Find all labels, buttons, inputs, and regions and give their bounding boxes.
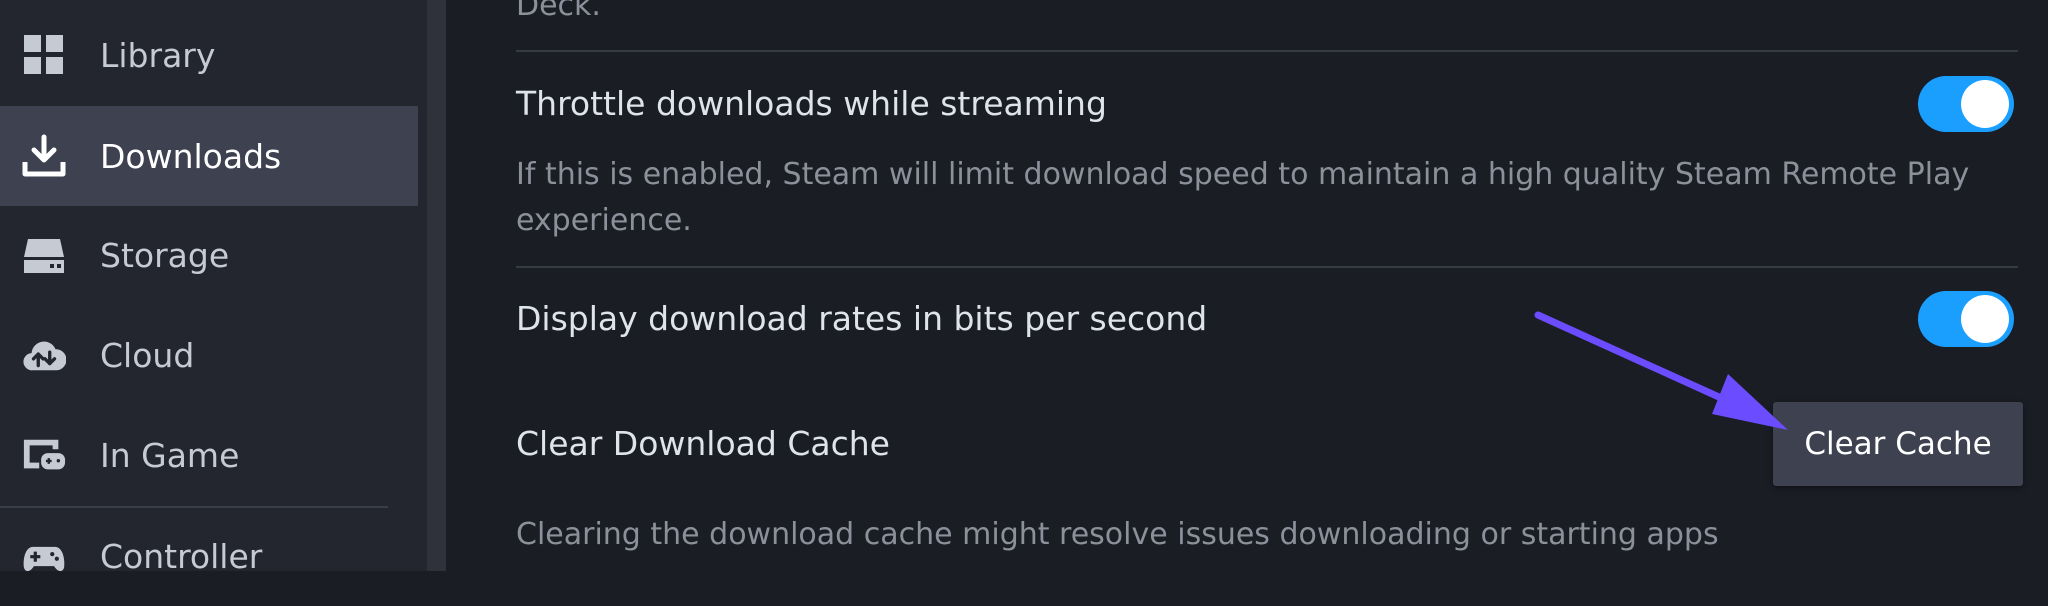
throttle-downloads-description: If this is enabled, Steam will limit dow… xyxy=(516,157,1970,238)
sidebar-item-downloads[interactable]: Downloads xyxy=(0,106,418,206)
bits-per-second-label: Display download rates in bits per secon… xyxy=(516,299,1208,338)
sidebar-item-library[interactable]: Library xyxy=(0,5,418,105)
sidebar-item-label: Cloud xyxy=(100,335,195,375)
download-icon xyxy=(22,134,66,178)
setting-divider xyxy=(516,50,2018,52)
sidebar-item-label: In Game xyxy=(100,435,240,475)
clear-cache-button[interactable]: Clear Cache xyxy=(1773,402,2023,486)
clear-cache-description: Clearing the download cache might resolv… xyxy=(516,517,1719,552)
sidebar-scroll-divider xyxy=(427,0,446,571)
previous-setting-description: Deck. xyxy=(516,0,601,23)
setting-divider xyxy=(516,266,2018,268)
clear-download-cache-label: Clear Download Cache xyxy=(516,424,890,463)
bits-per-second-toggle[interactable] xyxy=(1918,291,2014,347)
downloads-settings-panel: Deck. Throttle downloads while streaming… xyxy=(446,0,2048,571)
toggle-knob xyxy=(1961,80,2009,128)
sidebar-item-label: Library xyxy=(100,35,216,75)
grid-icon xyxy=(22,33,66,77)
throttle-downloads-toggle[interactable] xyxy=(1918,76,2014,132)
sidebar-item-label: Storage xyxy=(100,235,230,275)
gamepad-icon xyxy=(22,534,66,578)
sidebar-item-storage[interactable]: Storage xyxy=(0,205,418,305)
cloud-sync-icon xyxy=(22,333,66,377)
settings-sidebar: Library Downloads Storage Cloud In Game … xyxy=(0,0,427,576)
sidebar-item-label: Controller xyxy=(100,536,263,576)
sidebar-item-label: Downloads xyxy=(100,136,282,176)
in-game-icon xyxy=(22,433,66,477)
storage-drive-icon xyxy=(22,233,66,277)
toggle-knob xyxy=(1961,295,2009,343)
sidebar-item-cloud[interactable]: Cloud xyxy=(0,305,418,405)
sidebar-item-in-game[interactable]: In Game xyxy=(0,405,418,505)
throttle-downloads-label: Throttle downloads while streaming xyxy=(516,84,1107,123)
sidebar-item-controller[interactable]: Controller xyxy=(0,506,418,606)
